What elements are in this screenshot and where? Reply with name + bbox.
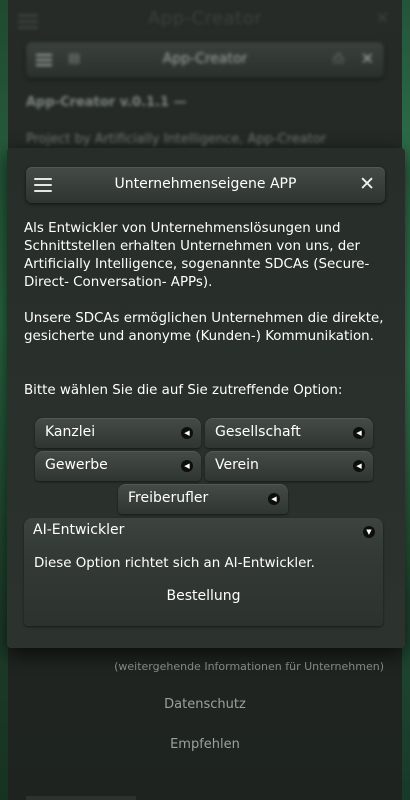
option-gesellschaft-button[interactable]: Gesellschaft ◀ bbox=[205, 418, 373, 448]
privacy-link[interactable]: Datenschutz bbox=[0, 697, 410, 712]
order-button[interactable]: Bestellung bbox=[24, 588, 383, 604]
collapsed-arrow-icon: ◀ bbox=[181, 427, 193, 439]
close-icon[interactable]: ✕ bbox=[359, 173, 375, 195]
bottom-bar bbox=[26, 796, 136, 800]
accordion-description: Diese Option richtet sich an AI-Entwickl… bbox=[34, 556, 315, 571]
description-text: Unsere SDCAs ermöglichen Unternehmen die… bbox=[24, 311, 384, 344]
ai-developer-accordion: AI-Entwickler ▼ Diese Option richtet sic… bbox=[24, 518, 383, 626]
project-label: Project by Artificially Intelligence, Ap… bbox=[26, 132, 327, 147]
option-verein-button[interactable]: Verein ◀ bbox=[205, 451, 373, 481]
recommend-link[interactable]: Empfehlen bbox=[0, 737, 410, 752]
collapsed-arrow-icon: ◀ bbox=[353, 460, 365, 472]
background-top-title: App-Creator bbox=[147, 8, 263, 29]
option-prompt: Bitte wählen Sie die auf Sie zutreffende… bbox=[24, 383, 343, 398]
background-close-icon: ✕ bbox=[360, 49, 374, 68]
expanded-arrow-icon: ▼ bbox=[363, 526, 375, 538]
collapsed-arrow-icon: ◀ bbox=[268, 493, 280, 505]
option-label: Verein bbox=[215, 457, 259, 473]
more-info-link[interactable]: (weitergehende Informationen für Unterne… bbox=[114, 660, 384, 673]
collapsed-arrow-icon: ◀ bbox=[353, 427, 365, 439]
dialog-title: Unternehmenseigene APP bbox=[114, 176, 297, 192]
option-kanzlei-button[interactable]: Kanzlei ◀ bbox=[35, 418, 201, 448]
option-freiberufler-button[interactable]: Freiberufler ◀ bbox=[118, 484, 288, 514]
option-label: Freiberufler bbox=[128, 490, 209, 506]
option-label: Kanzlei bbox=[45, 424, 96, 440]
background-header: ▤ App-Creator ⎙ ✕ bbox=[26, 42, 384, 78]
option-gewerbe-button[interactable]: Gewerbe ◀ bbox=[35, 451, 201, 481]
ai-developer-toggle[interactable]: AI-Entwickler ▼ bbox=[24, 518, 383, 544]
option-label: Gesellschaft bbox=[215, 424, 301, 440]
print-icon: ⎙ bbox=[332, 51, 344, 67]
background-top-close-icon: ✕ bbox=[374, 8, 390, 29]
collapsed-arrow-icon: ◀ bbox=[181, 460, 193, 472]
option-label: Gewerbe bbox=[45, 457, 108, 473]
accordion-label: AI-Entwickler bbox=[33, 522, 125, 538]
company-app-dialog: Unternehmenseigene APP ✕ Als Entwickler … bbox=[7, 148, 405, 648]
background-header-title: App-Creator bbox=[162, 51, 248, 67]
version-label: App-Creator v.0.1.1 — bbox=[26, 95, 187, 110]
intro-text: Als Entwickler von Unternehmenslösungen … bbox=[24, 221, 370, 290]
dialog-header: Unternehmenseigene APP ✕ bbox=[26, 167, 385, 203]
